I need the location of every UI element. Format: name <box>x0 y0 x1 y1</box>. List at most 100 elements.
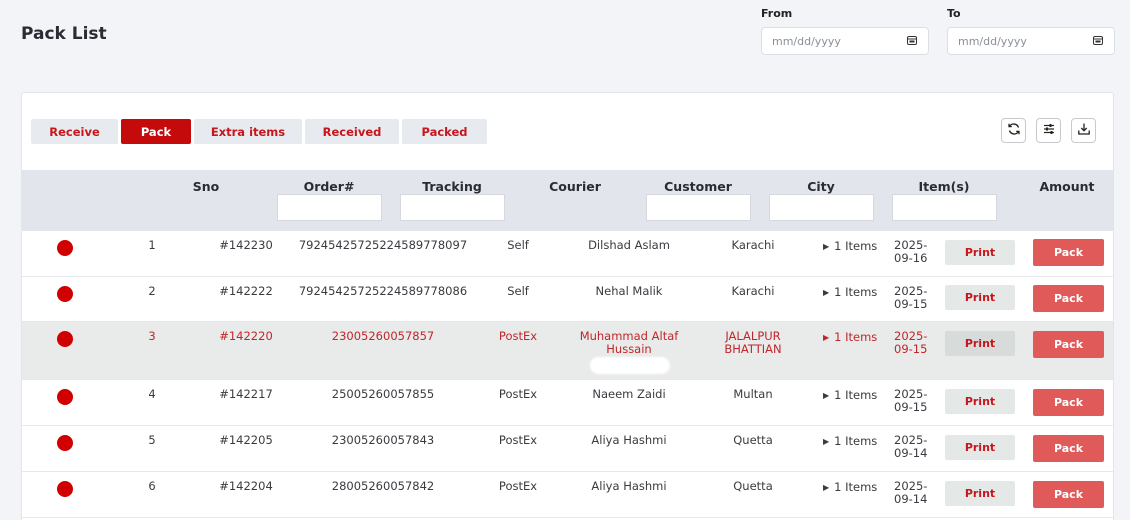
refresh-button[interactable] <box>1001 118 1026 143</box>
pack-button[interactable]: Pack <box>1033 239 1104 266</box>
cell-order: #142230 <box>219 238 273 252</box>
cell-date: 2025- 09-15 <box>894 387 928 414</box>
cell-courier: Self <box>507 284 529 298</box>
cell-sno: 5 <box>148 433 156 447</box>
cell-customer: Nehal Malik <box>595 284 663 298</box>
tab-extra-items[interactable]: Extra items <box>194 119 302 144</box>
table-body: 1 #142230 7924542572522458977809​7 Self … <box>22 231 1113 518</box>
page-title: Pack List <box>21 24 107 44</box>
cell-order: #142220 <box>219 329 273 343</box>
cell-tracking: 23005260057843 <box>331 433 435 447</box>
order-filter-input[interactable] <box>277 194 382 221</box>
print-button[interactable]: Print <box>945 481 1015 506</box>
cell-sno: 6 <box>148 479 156 493</box>
cell-tracking: 7924542572522458977809​7 <box>298 238 468 252</box>
tab-received[interactable]: Received <box>305 119 399 144</box>
items-toggle[interactable]: ▶ 1 Items <box>823 239 877 253</box>
items-toggle[interactable]: ▶ 1 Items <box>823 285 877 299</box>
table-row[interactable]: 4 #142217 25005260057855 PostEx Naeem Za… <box>22 380 1113 426</box>
column-header-tracking: Tracking <box>422 179 482 194</box>
column-header-customer: Customer <box>664 179 732 194</box>
cell-courier: PostEx <box>498 433 538 447</box>
cell-customer: Naeem Zaidi <box>592 387 666 401</box>
download-icon <box>1077 121 1091 140</box>
cell-order: #142205 <box>219 433 273 447</box>
cell-city: Quetta <box>733 479 773 493</box>
column-header-items: Item(s) <box>918 179 970 194</box>
refresh-icon <box>1007 121 1021 140</box>
table-row[interactable]: 6 #142204 28005260057842 PostEx Aliya Ha… <box>22 472 1113 518</box>
download-button[interactable] <box>1071 118 1096 143</box>
print-button[interactable]: Print <box>945 435 1015 460</box>
pack-button[interactable]: Pack <box>1033 435 1104 462</box>
items-filter-input[interactable] <box>892 194 997 221</box>
print-button[interactable]: Print <box>945 389 1015 414</box>
table-row[interactable]: 2 #142222 79245425725224589778086 Self N… <box>22 277 1113 322</box>
cell-city: Karachi <box>731 238 775 252</box>
cell-date: 2025- 09-14 <box>894 479 928 506</box>
pack-list-card: Receive Pack Extra items Received Packed… <box>21 92 1114 520</box>
cell-order: #142217 <box>219 387 273 401</box>
cell-tracking: 25005260057855 <box>331 387 435 401</box>
to-date-input[interactable]: mm/dd/yyyy <box>947 27 1115 55</box>
status-dot <box>57 389 73 405</box>
expand-triangle-icon: ▶ <box>823 333 830 342</box>
from-date-placeholder: mm/dd/yyyy <box>772 34 841 48</box>
calendar-icon[interactable] <box>906 34 918 49</box>
pack-button[interactable]: Pack <box>1033 481 1104 508</box>
status-dot <box>57 481 73 497</box>
print-button[interactable]: Print <box>945 285 1015 310</box>
table-header: Sno Order# Tracking Courier Customer Cit… <box>22 170 1113 231</box>
cell-city: Karachi <box>731 284 775 298</box>
table-toolbar <box>1001 118 1096 143</box>
expand-triangle-icon: ▶ <box>823 437 830 446</box>
cell-items: 1 Items <box>834 434 878 448</box>
cell-items: 1 Items <box>834 388 878 402</box>
customer-filter-input[interactable] <box>646 194 751 221</box>
status-dot <box>57 286 73 302</box>
cell-courier: Self <box>507 238 529 252</box>
redacted-overlay <box>590 357 670 374</box>
cell-sno: 3 <box>148 329 156 343</box>
items-toggle[interactable]: ▶ 1 Items <box>823 480 877 494</box>
expand-triangle-icon: ▶ <box>823 288 830 297</box>
cell-order: #142222 <box>219 284 273 298</box>
column-header-amount: Amount <box>1039 179 1095 194</box>
items-toggle[interactable]: ▶ 1 Items <box>823 388 877 402</box>
city-filter-input[interactable] <box>769 194 874 221</box>
print-button[interactable]: Print <box>945 240 1015 265</box>
expand-triangle-icon: ▶ <box>823 242 830 251</box>
column-header-sno: Sno <box>192 179 220 194</box>
tab-pack[interactable]: Pack <box>121 119 191 144</box>
filter-button[interactable] <box>1036 118 1061 143</box>
from-date-input[interactable]: mm/dd/yyyy <box>761 27 929 55</box>
column-header-city: City <box>807 179 835 194</box>
cell-tracking: 23005260057857 <box>331 329 435 343</box>
tab-packed[interactable]: Packed <box>402 119 487 144</box>
table-row[interactable]: 5 #142205 23005260057843 PostEx Aliya Ha… <box>22 426 1113 472</box>
tab-receive[interactable]: Receive <box>31 119 118 144</box>
cell-date: 2025- 09-15 <box>894 329 928 356</box>
pack-button[interactable]: Pack <box>1033 331 1104 358</box>
cell-items: 1 Items <box>834 480 878 494</box>
status-tabs: Receive Pack Extra items Received Packed <box>31 119 487 144</box>
cell-order: #142204 <box>219 479 273 493</box>
calendar-icon[interactable] <box>1092 34 1104 49</box>
status-dot <box>57 240 73 256</box>
tracking-filter-input[interactable] <box>400 194 505 221</box>
pack-button[interactable]: Pack <box>1033 285 1104 312</box>
cell-tracking: 79245425725224589778086 <box>298 284 468 298</box>
table-row[interactable]: 1 #142230 7924542572522458977809​7 Self … <box>22 231 1113 277</box>
pack-button[interactable]: Pack <box>1033 389 1104 416</box>
cell-tracking: 28005260057842 <box>331 479 435 493</box>
cell-items: 1 Items <box>834 285 878 299</box>
cell-city: JALALPUR BHATTIAN <box>724 329 782 356</box>
table-row[interactable]: 3 #142220 23005260057857 PostEx Muhammad… <box>22 322 1113 380</box>
cell-customer: Aliya Hashmi <box>591 479 667 493</box>
cell-date: 2025- 09-16 <box>894 238 928 265</box>
items-toggle[interactable]: ▶ 1 Items <box>823 330 877 344</box>
column-header-order: Order# <box>303 179 355 194</box>
print-button[interactable]: Print <box>945 331 1015 356</box>
cell-date: 2025- 09-14 <box>894 433 928 460</box>
items-toggle[interactable]: ▶ 1 Items <box>823 434 877 448</box>
